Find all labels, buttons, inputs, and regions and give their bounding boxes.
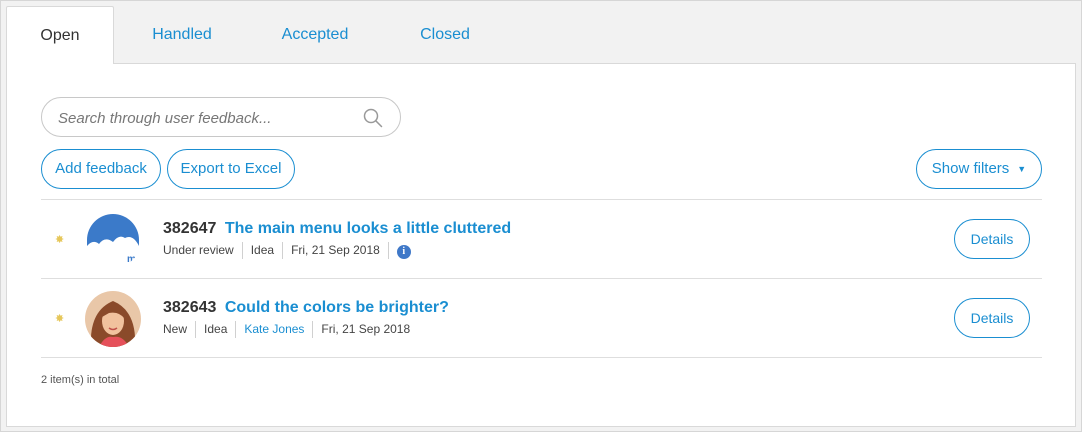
star-icon: ✸	[55, 234, 65, 246]
user-photo-avatar	[85, 291, 141, 347]
feedback-row: ✸ mx 382647 The main menu looks a little…	[41, 199, 1042, 279]
caret-down-icon: ▼	[1017, 164, 1027, 174]
mx-logo-avatar: mx	[85, 212, 141, 268]
search-icon[interactable]	[362, 107, 384, 129]
tab-closed[interactable]: Closed	[380, 6, 510, 63]
type-label: Idea	[241, 242, 282, 259]
feedback-panel: Add feedback Export to Excel Show filter…	[6, 63, 1076, 427]
date-label: Fri, 21 Sep 2018	[312, 321, 418, 338]
total-count: 2 item(s) in total	[41, 374, 120, 386]
feedback-title-line: 382643 Could the colors be brighter?	[163, 299, 449, 317]
details-button[interactable]: Details	[954, 298, 1030, 338]
feedback-meta: New Idea Kate Jones Fri, 21 Sep 2018	[163, 321, 418, 338]
status-label: Under review	[163, 243, 234, 257]
app-frame: Open Handled Accepted Closed Add feedbac…	[0, 0, 1082, 432]
tab-accepted[interactable]: Accepted	[250, 6, 380, 63]
details-button[interactable]: Details	[954, 219, 1030, 259]
show-filters-label: Show filters	[931, 160, 1010, 177]
feedback-row: ✸ 382643 Could the colors be brighter? N…	[41, 278, 1042, 358]
author-link[interactable]: Kate Jones	[235, 321, 312, 338]
star-icon: ✸	[55, 313, 65, 325]
feedback-meta: Under review Idea Fri, 21 Sep 2018 i	[163, 242, 419, 259]
show-filters-button[interactable]: Show filters ▼	[916, 149, 1042, 189]
export-excel-button[interactable]: Export to Excel	[167, 149, 295, 189]
feedback-id: 382647	[163, 220, 217, 237]
tab-handled[interactable]: Handled	[114, 6, 250, 63]
search-input[interactable]	[58, 108, 348, 128]
search-box	[41, 97, 401, 137]
feedback-title-link[interactable]: The main menu looks a little cluttered	[225, 220, 511, 237]
feedback-title-link[interactable]: Could the colors be brighter?	[225, 299, 449, 316]
info-icon[interactable]: i	[396, 245, 411, 259]
tab-bar: Open Handled Accepted Closed	[6, 6, 510, 64]
mx-logo-text: mx	[127, 254, 141, 265]
feedback-title-line: 382647 The main menu looks a little clut…	[163, 220, 511, 238]
tab-open[interactable]: Open	[6, 6, 114, 64]
type-label: Idea	[195, 321, 235, 338]
feedback-id: 382643	[163, 299, 217, 316]
info-item: i	[387, 242, 419, 259]
add-feedback-button[interactable]: Add feedback	[41, 149, 161, 189]
date-label: Fri, 21 Sep 2018	[282, 242, 388, 259]
status-label: New	[163, 322, 188, 336]
